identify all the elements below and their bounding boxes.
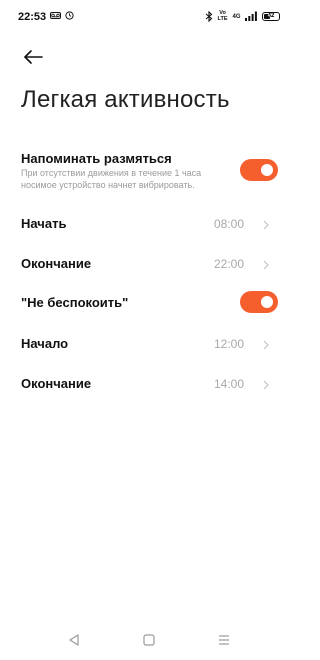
back-button[interactable] [20, 46, 46, 68]
battery-icon: 42 [262, 11, 280, 21]
reminder-setting-row[interactable]: Напоминать размяться При отсутствии движ… [0, 148, 300, 194]
reminder-label: Напоминать размяться [21, 151, 172, 166]
dnd-end-value: 14:00 [213, 377, 244, 391]
system-nav-bar [0, 620, 300, 660]
end-time-label: Окончание [21, 256, 92, 271]
status-bar: 22:53 Vo LTE 4G 42 [0, 0, 300, 36]
alarm-clock-icon [65, 11, 74, 20]
arrow-left-icon [20, 50, 46, 72]
volte-icon: Vo LTE [218, 10, 228, 22]
start-time-value: 08:00 [213, 217, 244, 231]
back-triangle-icon[interactable] [66, 632, 82, 648]
toggle-knob [261, 296, 273, 308]
dnd-end-label: Окончание [21, 376, 92, 391]
menu-lines-icon[interactable] [216, 632, 232, 648]
signal-icon: 4G [233, 11, 257, 21]
dnd-start-row[interactable]: Начало 12:00 [0, 323, 300, 363]
status-time: 22:53 [18, 11, 47, 23]
end-time-row[interactable]: Окончание 22:00 [0, 243, 300, 283]
chevron-right-icon [262, 378, 270, 390]
reminder-description: При отсутствии движения в течение 1 часа… [21, 168, 202, 190]
dnd-start-label: Начало [21, 336, 69, 351]
dnd-end-row[interactable]: Окончание 14:00 [0, 363, 300, 403]
chevron-right-icon [262, 258, 270, 270]
dnd-toggle[interactable] [240, 291, 278, 313]
chevron-right-icon [262, 218, 270, 230]
toggle-knob [261, 164, 273, 176]
status-right-icons: Vo LTE 4G 42 [205, 10, 280, 22]
status-left-icons [50, 11, 74, 20]
chevron-right-icon [262, 338, 270, 350]
bluetooth-icon [205, 10, 213, 22]
volte-bottom-text: LTE [217, 16, 228, 22]
reminder-toggle[interactable] [240, 159, 278, 181]
end-time-value: 22:00 [213, 257, 244, 271]
dnd-start-value: 12:00 [213, 337, 244, 351]
network-type-label: 4G [232, 14, 241, 20]
start-time-label: Начать [21, 216, 67, 231]
dnd-label: "Не беспокоить" [21, 295, 129, 310]
start-time-row[interactable]: Начать 08:00 [0, 203, 300, 243]
home-square-icon[interactable] [141, 632, 157, 648]
battery-level-text: 42 [267, 12, 275, 19]
voicemail-icon [50, 12, 61, 19]
page-title: Легкая активность [21, 86, 230, 113]
dnd-setting-row[interactable]: "Не беспокоить" [0, 283, 300, 323]
